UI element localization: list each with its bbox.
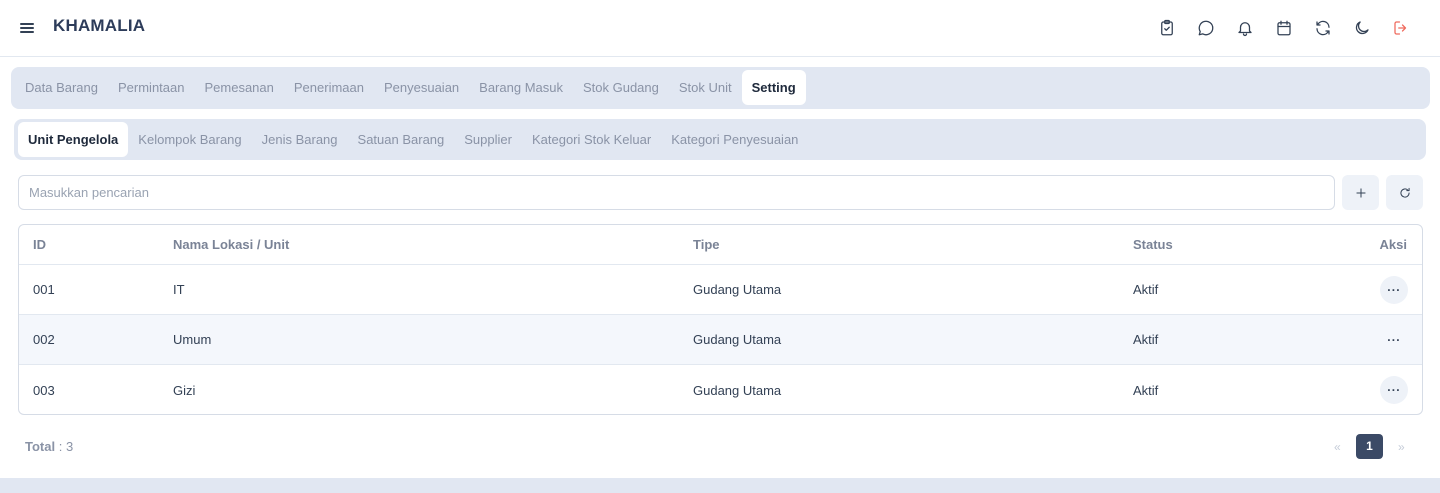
cell-status: Aktif [1133,382,1159,398]
more-actions-button[interactable]: ··· [1380,376,1408,404]
cell-tipe: Gudang Utama [693,282,782,297]
pagination-prev-button[interactable]: « [1334,440,1341,454]
refresh-button[interactable] [1386,175,1423,210]
subtab-kategori-stok-keluar[interactable]: Kategori Stok Keluar [522,122,661,157]
hamburger-menu-icon[interactable] [20,21,35,34]
tab-stok-unit[interactable]: Stok Unit [669,70,742,105]
cell-nama: Gizi [173,382,196,398]
table-row: 003 Gizi Gudang Utama Aktif ··· [19,365,1422,414]
refresh-icon [1399,187,1410,198]
subtab-kelompok-barang[interactable]: Kelompok Barang [128,122,251,157]
search-input[interactable] [18,175,1335,210]
header-nama: Nama Lokasi / Unit [173,237,290,252]
cell-nama: IT [173,282,185,297]
cell-id: 002 [33,332,55,347]
tab-barang-masuk[interactable]: Barang Masuk [469,70,573,105]
tab-setting[interactable]: Setting [741,70,806,105]
more-actions-button[interactable]: ··· [1380,326,1408,354]
tab-penyesuaian[interactable]: Penyesuaian [374,70,469,105]
tab-pemesanan[interactable]: Pemesanan [194,70,283,105]
total-label: Total [25,439,56,454]
cell-tipe: Gudang Utama [693,382,782,398]
table-row: 001 IT Gudang Utama Aktif ··· [19,265,1422,315]
subtab-satuan-barang[interactable]: Satuan Barang [348,122,455,157]
subtab-jenis-barang[interactable]: Jenis Barang [252,122,348,157]
cell-id: 003 [33,382,55,398]
refresh-icon[interactable] [1313,18,1333,38]
tab-permintaan[interactable]: Permintaan [108,70,194,105]
tab-stok-gudang[interactable]: Stok Gudang [573,70,669,105]
main-tab-bar: Data Barang Permintaan Pemesanan Penerim… [11,67,1430,109]
cell-status: Aktif [1133,282,1159,297]
clipboard-check-icon[interactable] [1157,18,1177,38]
top-bar: KHAMALIA [0,0,1440,57]
cell-nama: Umum [173,332,212,347]
table-row: 002 Umum Gudang Utama Aktif ··· [19,315,1422,365]
bell-icon[interactable] [1235,18,1255,38]
subtab-supplier[interactable]: Supplier [454,122,522,157]
calendar-icon[interactable] [1274,18,1294,38]
plus-icon [1355,187,1366,198]
moon-icon[interactable] [1352,18,1372,38]
cell-id: 001 [33,282,55,297]
table-header: ID Nama Lokasi / Unit Tipe Status Aksi [19,225,1422,265]
header-id: ID [33,237,46,252]
add-button[interactable] [1342,175,1379,210]
total-value: : 3 [58,439,74,454]
header-aksi: Aksi [1379,237,1407,252]
subtab-unit-pengelola[interactable]: Unit Pengelola [18,122,129,157]
total-count: Total : 3 [25,439,73,454]
cell-tipe: Gudang Utama [693,332,782,347]
logout-icon[interactable] [1391,18,1411,38]
header-status: Status [1133,237,1173,252]
subtab-kategori-penyesuaian[interactable]: Kategori Penyesuaian [661,122,808,157]
cell-status: Aktif [1133,332,1159,347]
pagination-page-button[interactable]: 1 [1356,434,1383,459]
app-title: KHAMALIA [53,16,146,35]
header-icons [1157,18,1411,38]
chat-icon[interactable] [1196,18,1216,38]
tab-penerimaan[interactable]: Penerimaan [284,70,374,105]
header-tipe: Tipe [693,237,720,252]
sub-tab-bar: Unit Pengelola Kelompok Barang Jenis Bar… [14,119,1426,160]
more-actions-button[interactable]: ··· [1380,275,1408,304]
pagination-next-button[interactable]: » [1398,440,1405,454]
footer-strip [0,478,1440,493]
tab-data-barang[interactable]: Data Barang [15,70,108,105]
data-table: ID Nama Lokasi / Unit Tipe Status Aksi 0… [18,224,1423,415]
